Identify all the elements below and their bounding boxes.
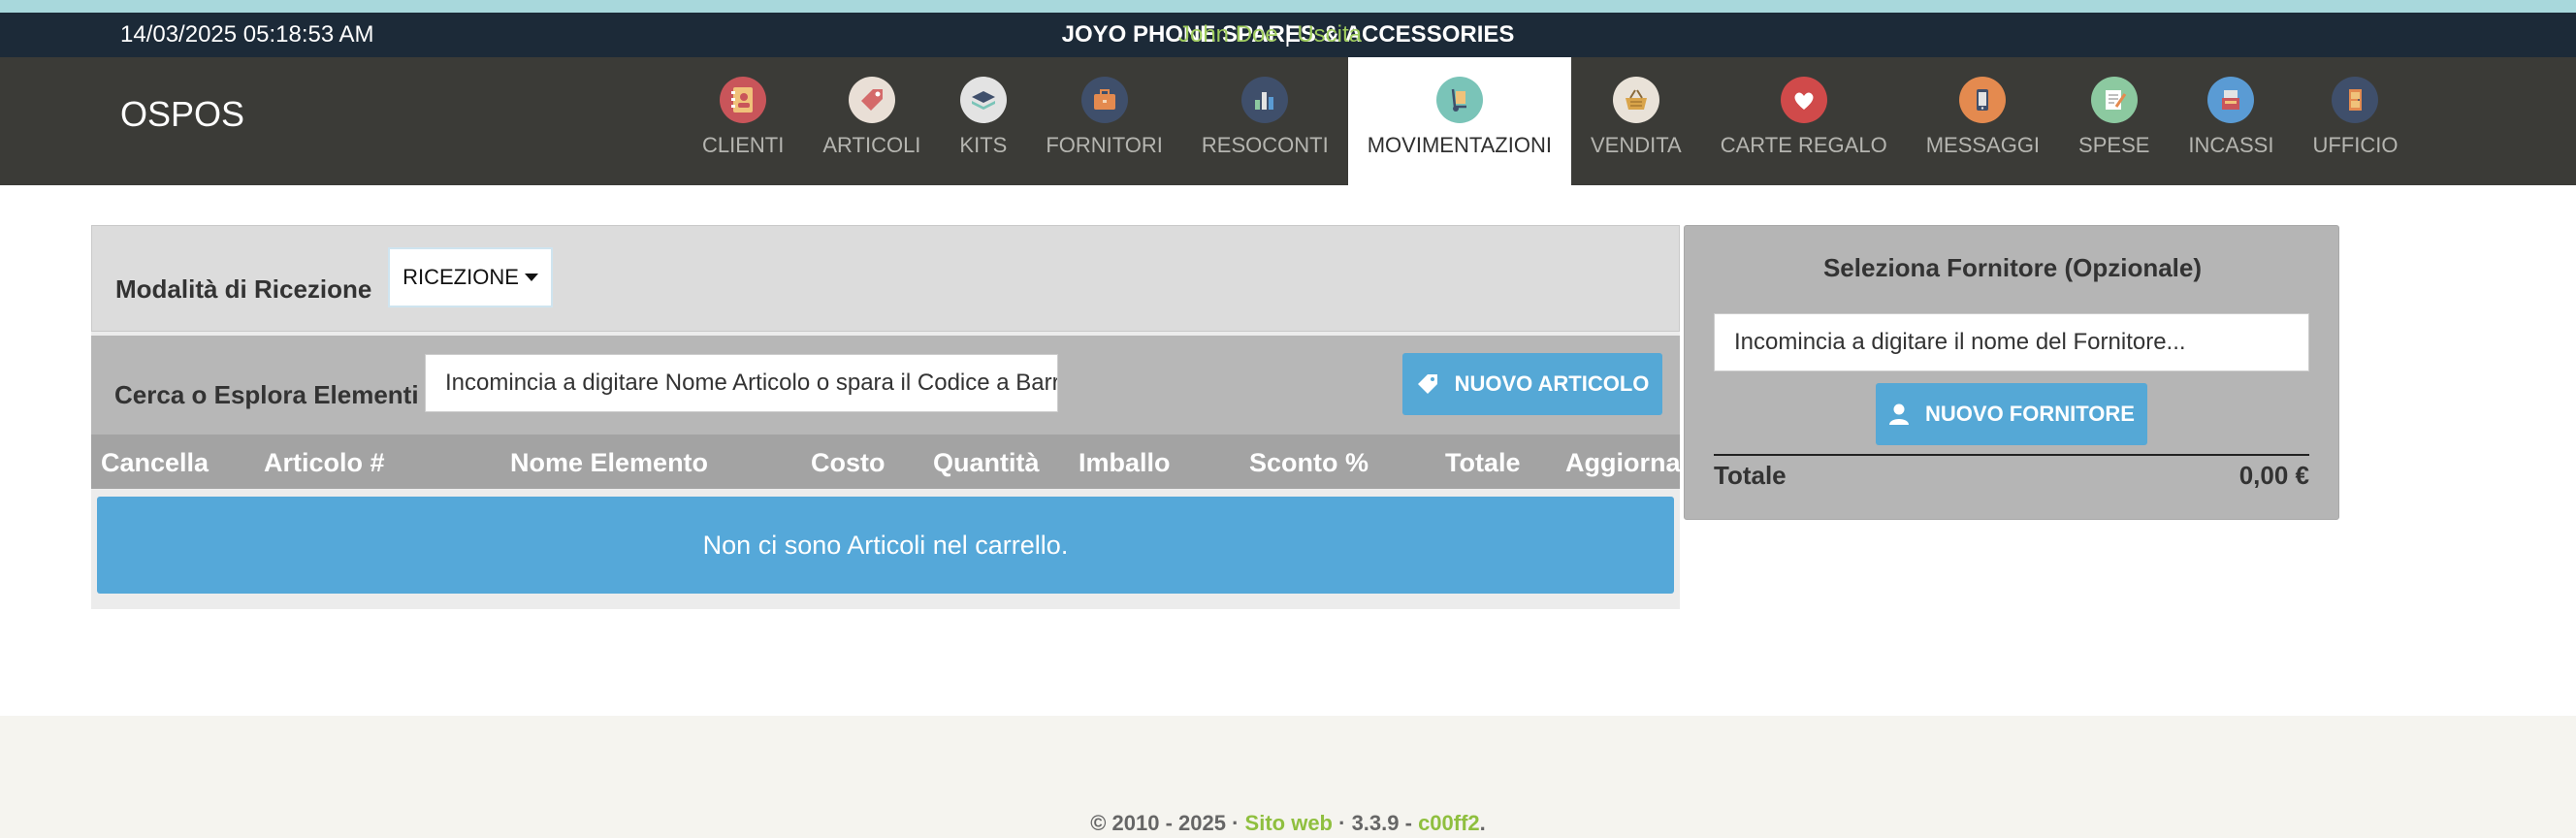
caret-down-icon: [524, 274, 538, 281]
mode-dropdown[interactable]: RICEZIONE: [388, 247, 553, 307]
nav-item-ufficio[interactable]: UFFICIO: [2293, 57, 2417, 185]
user-separator: |: [1284, 21, 1291, 48]
col-totale: Totale: [1445, 448, 1521, 477]
brand-logo[interactable]: OSPOS: [120, 94, 244, 135]
bar-chart-icon: [1241, 77, 1289, 123]
col-quantita: Quantità: [933, 448, 1040, 477]
col-imballo: Imballo: [1079, 448, 1171, 477]
nav-label: CLIENTI: [702, 133, 785, 157]
supplier-title: Seleziona Fornitore (Opzionale): [1822, 253, 2203, 282]
nav-item-resoconti[interactable]: RESOCONTI: [1182, 57, 1348, 185]
tag-icon: [1417, 374, 1437, 394]
layers-icon: [959, 77, 1007, 123]
col-cancella: Cancella: [101, 448, 209, 477]
shopping-basket-icon: [1612, 77, 1659, 123]
nav-label: UFFICIO: [2312, 133, 2399, 157]
footer-copyright: © 2010 - 2025 ·: [1090, 811, 1240, 835]
module-nav: CLIENTI ARTICOLI KITS FORNITORI RESOCONT…: [683, 57, 2417, 185]
nav-item-clienti[interactable]: CLIENTI: [683, 57, 803, 185]
new-item-button[interactable]: NUOVO ARTICOLO: [1402, 353, 1662, 415]
cart-table-header: Cancella Articolo # Nome Elemento Costo …: [91, 435, 1681, 489]
col-costo: Costo: [811, 448, 886, 477]
nav-item-messaggi[interactable]: MESSAGGI: [1907, 57, 2059, 185]
main-navbar: OSPOS CLIENTI ARTICOLI KITS FORNITORI RE…: [0, 57, 2576, 185]
cash-register-icon: [2207, 77, 2255, 123]
footer-text: © 2010 - 2025 · Sito web · 3.3.9 - c00ff…: [0, 811, 2576, 836]
nav-label: ARTICOLI: [822, 133, 921, 157]
nav-label: SPESE: [2078, 133, 2150, 157]
nav-label: KITS: [959, 133, 1008, 157]
tag-icon: [848, 77, 895, 123]
total-divider: [1714, 454, 2309, 456]
notepad-icon: [2090, 77, 2138, 123]
col-sconto: Sconto %: [1249, 448, 1369, 477]
supplier-search-input[interactable]: Incomincia a digitare il nome del Fornit…: [1714, 313, 2309, 371]
user-icon: [1889, 403, 1910, 425]
nav-item-carte-regalo[interactable]: CARTE REGALO: [1701, 57, 1907, 185]
user-menu: John Doe | Uscita: [1178, 21, 1362, 48]
address-book-icon: [720, 77, 767, 123]
nav-label: CARTE REGALO: [1720, 133, 1887, 157]
nav-label: INCASSI: [2188, 133, 2274, 157]
empty-cart-message: Non ci sono Articoli nel carrello.: [97, 497, 1674, 594]
nav-item-spese[interactable]: SPESE: [2059, 57, 2169, 185]
mobile-phone-icon: [1959, 77, 2007, 123]
nav-item-incassi[interactable]: INCASSI: [2169, 57, 2293, 185]
nav-label: FORNITORI: [1046, 133, 1163, 157]
col-aggiorna: Aggiorna: [1565, 448, 1681, 477]
user-name-link[interactable]: John Doe: [1178, 21, 1278, 48]
hand-truck-icon: [1435, 77, 1483, 123]
briefcase-icon: [1080, 77, 1128, 123]
heart-icon: [1780, 77, 1827, 123]
col-articolo: Articolo #: [264, 448, 385, 477]
nav-label: VENDITA: [1590, 133, 1682, 157]
nav-label: MESSAGGI: [1925, 133, 2041, 157]
nav-item-vendita[interactable]: VENDITA: [1571, 57, 1701, 185]
new-supplier-label: NUOVO FORNITORE: [1925, 402, 2135, 426]
footer-website-link[interactable]: Sito web: [1245, 811, 1333, 835]
total-label: Totale: [1714, 461, 1787, 490]
footer-version: · 3.3.9 -: [1338, 811, 1412, 835]
supplier-panel: Seleziona Fornitore (Opzionale) Incominc…: [1684, 225, 2339, 520]
new-supplier-button[interactable]: NUOVO FORNITORE: [1876, 383, 2147, 445]
item-search-input[interactable]: Incomincia a digitare Nome Articolo o sp…: [425, 354, 1058, 412]
mode-value: RICEZIONE: [402, 265, 519, 289]
nav-label: MOVIMENTAZIONI: [1367, 133, 1552, 157]
new-item-label: NUOVO ARTICOLO: [1454, 371, 1650, 396]
mode-label: Modalità di Ricezione: [115, 274, 372, 304]
footer-commit-link[interactable]: c00ff2: [1418, 811, 1480, 835]
top-bar: 14/03/2025 05:18:53 AM JOYO PHONE SPARES…: [0, 13, 2576, 57]
nav-item-movimentazioni[interactable]: MOVIMENTAZIONI: [1347, 57, 1571, 185]
top-accent-strip: [0, 0, 2576, 13]
col-nome-elemento: Nome Elemento: [510, 448, 709, 477]
door-icon: [2332, 77, 2379, 123]
item-search-bar: Cerca o Esplora Elementi Incomincia a di…: [91, 336, 1680, 435]
nav-item-fornitori[interactable]: FORNITORI: [1026, 57, 1182, 185]
footer: © 2010 - 2025 · Sito web · 3.3.9 - c00ff…: [0, 716, 2576, 838]
mode-bar: Modalità di Ricezione RICEZIONE: [91, 225, 1680, 332]
search-label: Cerca o Esplora Elementi: [114, 380, 419, 409]
footer-end: .: [1479, 811, 1486, 835]
logout-link[interactable]: Uscita: [1297, 21, 1362, 48]
nav-item-articoli[interactable]: ARTICOLI: [803, 57, 940, 185]
total-value: 0,00 €: [2238, 461, 2309, 490]
nav-label: RESOCONTI: [1201, 133, 1329, 157]
nav-item-kits[interactable]: KITS: [940, 57, 1026, 185]
